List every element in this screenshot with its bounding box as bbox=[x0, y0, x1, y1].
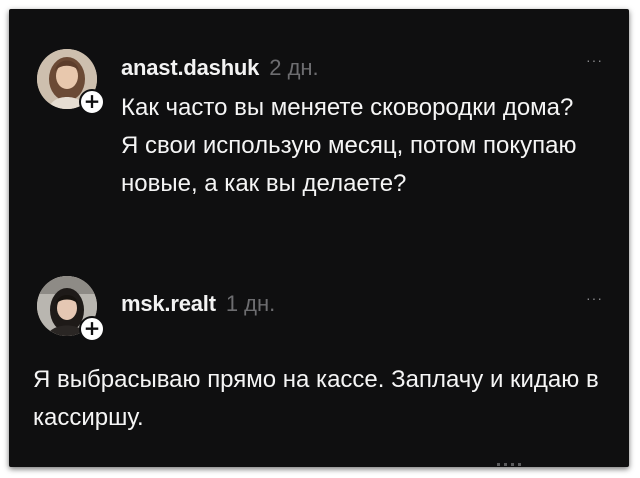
more-options-icon[interactable]: ··· bbox=[586, 53, 603, 67]
avatar-container[interactable]: + bbox=[37, 276, 105, 342]
follow-plus-icon[interactable]: + bbox=[79, 316, 105, 342]
comment-text: Как часто вы меняете сковородки дома? Я … bbox=[121, 94, 577, 197]
comment-header: msk.realt 1 дн. bbox=[121, 291, 275, 317]
comment: + anast.dashuk 2 дн. ··· Как часто вы ме… bbox=[9, 9, 629, 271]
avatar-container[interactable]: + bbox=[37, 49, 105, 115]
timestamp: 1 дн. bbox=[225, 291, 276, 316]
username[interactable]: msk.realt bbox=[121, 291, 216, 317]
comment-text: Я выбрасываю прямо на кассе. Заплачу и к… bbox=[33, 366, 599, 431]
comment-header: anast.dashuk 2 дн. bbox=[121, 55, 319, 81]
thread-panel: + anast.dashuk 2 дн. ··· Как часто вы ме… bbox=[9, 9, 629, 467]
scroll-indicator bbox=[497, 463, 521, 466]
more-options-icon[interactable]: ··· bbox=[586, 291, 603, 305]
follow-plus-icon[interactable]: + bbox=[79, 89, 105, 115]
username[interactable]: anast.dashuk bbox=[121, 55, 259, 81]
timestamp: 2 дн. bbox=[269, 55, 319, 80]
comment: + msk.realt 1 дн. ··· Я выбрасываю прямо… bbox=[9, 271, 629, 467]
